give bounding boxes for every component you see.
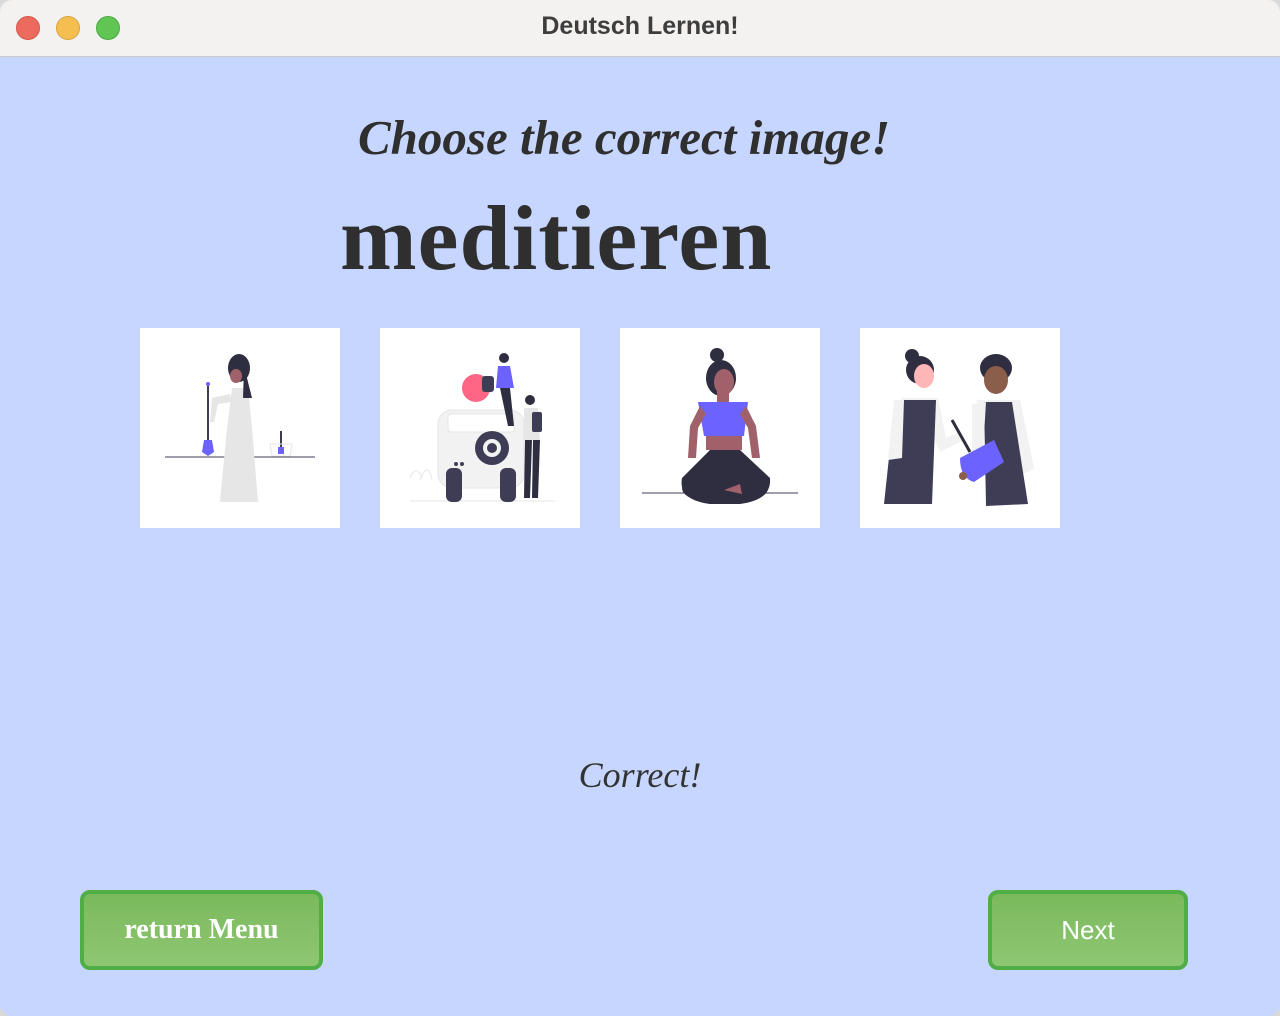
window-title: Deutsch Lernen!	[541, 12, 739, 40]
choice-image-3[interactable]	[620, 328, 820, 528]
travelers-car-illustration	[409, 353, 555, 502]
choice-image-4[interactable]	[860, 328, 1060, 528]
choice-image-1[interactable]	[140, 328, 340, 528]
title-bar: Deutsch Lernen!	[0, 0, 1280, 57]
chefs-cooking-illustration	[884, 349, 1034, 506]
quiz-word: meditieren	[340, 187, 773, 289]
feedback-message: Correct!	[578, 755, 702, 795]
quiz-content: Choose the correct image! meditieren Cor…	[0, 57, 1280, 1016]
return-menu-button[interactable]: return Menu	[80, 890, 323, 970]
woman-meditating-illustration	[642, 348, 798, 504]
quiz-prompt: Choose the correct image!	[358, 110, 891, 165]
app-window: Deutsch Lernen! Choose the correct image…	[0, 0, 1280, 1016]
next-button[interactable]: Next	[988, 890, 1188, 970]
scientist-pipette-illustration	[165, 354, 315, 502]
choice-image-2[interactable]	[380, 328, 580, 528]
